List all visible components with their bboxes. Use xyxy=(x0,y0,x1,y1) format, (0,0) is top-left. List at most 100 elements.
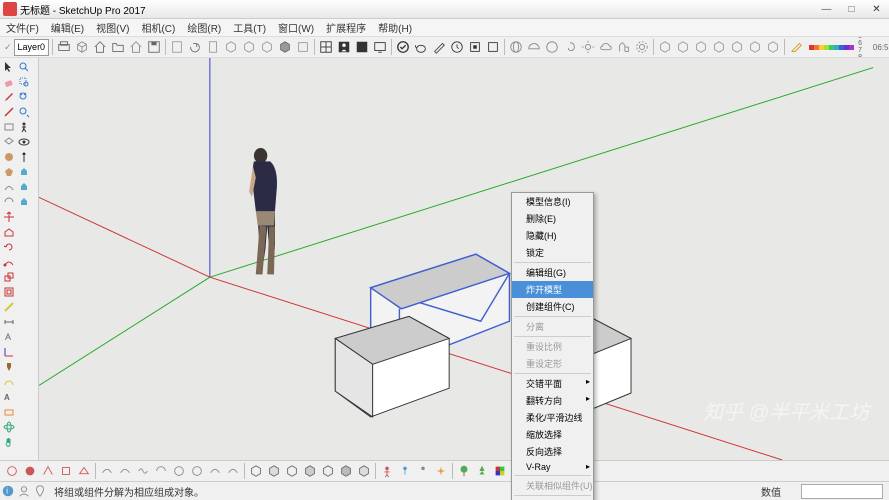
cube3-icon[interactable] xyxy=(675,39,691,55)
bt-cube1[interactable] xyxy=(248,463,264,479)
bt-person2[interactable] xyxy=(397,463,413,479)
menu-draw[interactable]: 绘图(R) xyxy=(181,18,227,37)
push-icon[interactable] xyxy=(2,225,16,239)
circle-icon[interactable] xyxy=(2,150,16,164)
bt-cube3[interactable] xyxy=(284,463,300,479)
position-icon[interactable] xyxy=(17,150,31,164)
bt-explode[interactable] xyxy=(433,463,449,479)
bt7[interactable] xyxy=(117,463,133,479)
bt-person[interactable] xyxy=(379,463,395,479)
page-icon[interactable] xyxy=(205,39,221,55)
folder-icon[interactable] xyxy=(110,39,126,55)
bt12[interactable] xyxy=(207,463,223,479)
layer-select[interactable]: Layer0 xyxy=(14,39,50,56)
spiral-icon[interactable] xyxy=(562,39,578,55)
paint-icon[interactable] xyxy=(2,360,16,374)
teapot-icon[interactable] xyxy=(413,39,429,55)
bt5[interactable] xyxy=(76,463,92,479)
bt2[interactable] xyxy=(22,463,38,479)
save-icon[interactable] xyxy=(146,39,162,55)
hex2-icon[interactable] xyxy=(241,39,257,55)
doc-icon[interactable] xyxy=(169,39,185,55)
bt8[interactable] xyxy=(135,463,151,479)
box1-icon[interactable] xyxy=(295,39,311,55)
ctx-edit-group[interactable]: 编辑组(G) xyxy=(512,264,593,281)
ctx-model-info[interactable]: 模型信息(I) xyxy=(512,193,593,210)
bt3[interactable] xyxy=(40,463,56,479)
bt-cube5[interactable] xyxy=(320,463,336,479)
ctx-flip[interactable]: 翻转方向 xyxy=(512,392,593,409)
bt6[interactable] xyxy=(99,463,115,479)
hex4-icon[interactable] xyxy=(277,39,293,55)
text-icon[interactable]: A xyxy=(2,330,16,344)
cube4-icon[interactable] xyxy=(693,39,709,55)
poly-icon[interactable] xyxy=(2,165,16,179)
bt9[interactable] xyxy=(153,463,169,479)
grid-icon[interactable] xyxy=(318,39,334,55)
rotate-icon[interactable] xyxy=(2,240,16,254)
ctx-vray[interactable]: V-Ray xyxy=(512,460,593,474)
bt-color[interactable] xyxy=(492,463,508,479)
ctx-lock[interactable]: 锁定 xyxy=(512,244,593,261)
building-icon[interactable] xyxy=(616,39,632,55)
3dtext-icon[interactable]: A xyxy=(2,390,16,404)
tape-icon[interactable] xyxy=(2,300,16,314)
bt10[interactable] xyxy=(171,463,187,479)
bt-person3[interactable] xyxy=(415,463,431,479)
eraser-icon[interactable] xyxy=(2,75,16,89)
bt4[interactable] xyxy=(58,463,74,479)
zoomwin-icon[interactable] xyxy=(17,75,31,89)
walk-icon[interactable] xyxy=(17,120,31,134)
menu-camera[interactable]: 相机(C) xyxy=(135,18,181,37)
sb-user-icon[interactable] xyxy=(16,483,32,499)
menu-view[interactable]: 视图(V) xyxy=(90,18,135,37)
bt-cube7[interactable] xyxy=(356,463,372,479)
move-icon[interactable] xyxy=(2,210,16,224)
offset-icon[interactable] xyxy=(2,285,16,299)
bt-cube2[interactable] xyxy=(266,463,282,479)
cube-icon[interactable] xyxy=(74,39,90,55)
cube8-icon[interactable] xyxy=(765,39,781,55)
bt1[interactable] xyxy=(4,463,20,479)
home-icon[interactable] xyxy=(92,39,108,55)
pan-icon[interactable] xyxy=(2,435,16,449)
cube5-icon[interactable] xyxy=(711,39,727,55)
sphere2-icon[interactable] xyxy=(544,39,560,55)
menu-ext[interactable]: 扩展程序 xyxy=(320,18,372,37)
prev-icon[interactable] xyxy=(17,105,31,119)
sun-icon[interactable] xyxy=(580,39,596,55)
stop-icon[interactable] xyxy=(467,39,483,55)
frame-icon[interactable] xyxy=(485,39,501,55)
hex1-icon[interactable] xyxy=(223,39,239,55)
rect2-icon[interactable] xyxy=(2,135,16,149)
sb-info-icon[interactable]: i xyxy=(0,483,16,499)
bt-tree[interactable] xyxy=(456,463,472,479)
ctx-soften[interactable]: 柔化/平滑边线 xyxy=(512,409,593,426)
pencil2-icon[interactable] xyxy=(788,39,804,55)
screen-icon[interactable] xyxy=(372,39,388,55)
person-icon[interactable] xyxy=(336,39,352,55)
value-input[interactable] xyxy=(801,484,883,499)
zoomext-icon[interactable] xyxy=(17,90,31,104)
menu-edit[interactable]: 编辑(E) xyxy=(45,18,90,37)
hex3-icon[interactable] xyxy=(259,39,275,55)
ctx-make-component[interactable]: 创建组件(C) xyxy=(512,298,593,315)
check-circle-icon[interactable] xyxy=(395,39,411,55)
print-icon[interactable] xyxy=(56,39,72,55)
menu-file[interactable]: 文件(F) xyxy=(0,18,45,37)
cube2-icon[interactable] xyxy=(657,39,673,55)
ctx-delete[interactable]: 删除(E) xyxy=(512,210,593,227)
arc2-icon[interactable] xyxy=(2,195,16,209)
rect-icon[interactable] xyxy=(2,120,16,134)
cube6-icon[interactable] xyxy=(729,39,745,55)
arc-icon[interactable] xyxy=(2,180,16,194)
look-icon[interactable] xyxy=(17,135,31,149)
ctx-zoom-sel[interactable]: 缩放选择 xyxy=(512,426,593,443)
home2-icon[interactable] xyxy=(128,39,144,55)
menu-tools[interactable]: 工具(T) xyxy=(227,18,272,37)
scale-icon[interactable] xyxy=(2,270,16,284)
globe-icon[interactable] xyxy=(508,39,524,55)
protractor-icon[interactable] xyxy=(2,375,16,389)
close-button[interactable]: ✕ xyxy=(864,2,889,16)
plugin2-icon[interactable] xyxy=(17,180,31,194)
